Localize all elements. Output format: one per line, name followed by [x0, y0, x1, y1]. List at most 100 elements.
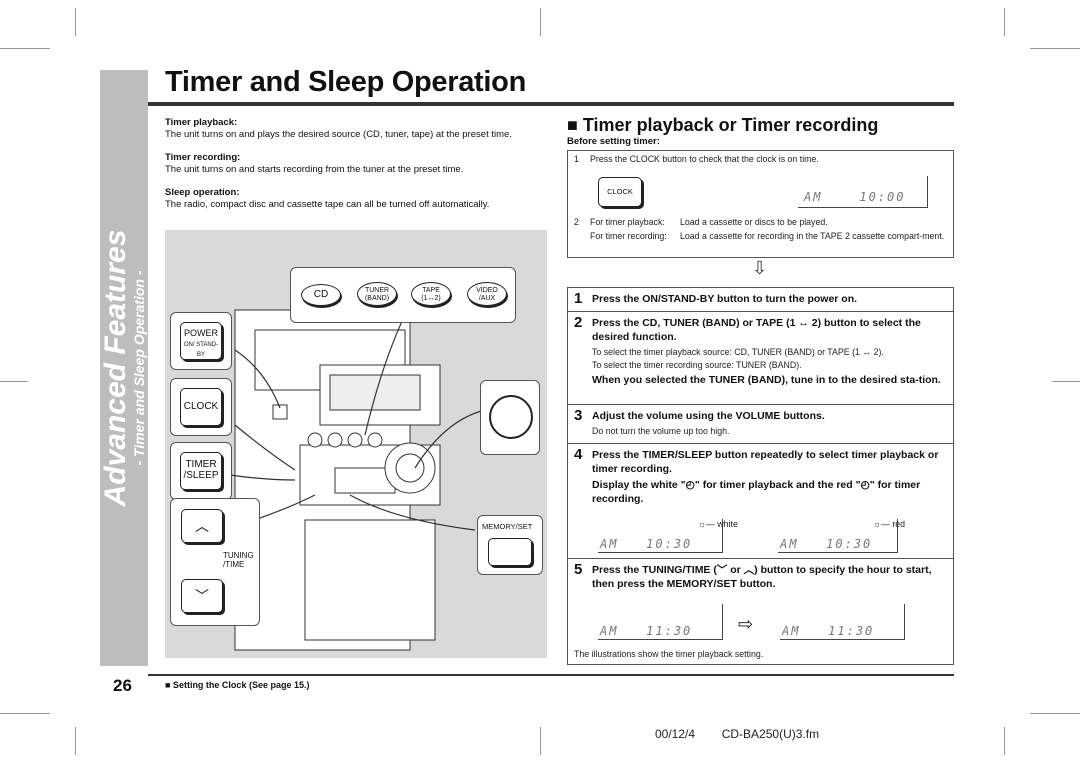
timer-icon: ☼—: [873, 519, 890, 529]
power-callout: POWER ON/ STAND-BY: [170, 312, 232, 370]
intro-heading: Timer playback:: [165, 117, 238, 128]
step-number: 1: [574, 290, 583, 307]
button-label: TIMER: [185, 459, 217, 470]
unit-illustration: CD TUNER (BAND) TAPE (1↔2) VIDEO/AUX POWER…: [165, 230, 547, 658]
power-button[interactable]: POWER ON/ STAND-BY: [180, 322, 222, 360]
pre-step-text: Press the CLOCK button to check that the…: [590, 154, 819, 164]
crop-mark: [0, 381, 28, 382]
volume-knob-icon[interactable]: [489, 395, 533, 439]
step-heading: Press the CD, TUNER (BAND) or TAPE (1 ↔ …: [592, 317, 921, 343]
intro-text: The radio, compact disc and cassette tap…: [165, 199, 490, 210]
step-3: 3 Adjust the volume using the VOLUME butt…: [568, 404, 953, 443]
button-label: TUNER: [364, 287, 390, 294]
section-heading: ■ Timer playback or Timer recording: [567, 115, 879, 135]
crop-mark: [75, 727, 76, 755]
item-number: 2: [574, 217, 579, 227]
clock-button[interactable]: CLOCK: [180, 388, 222, 426]
step-5: 5 Press the TUNING/TIME (﹀ or ︿) button t…: [568, 558, 953, 666]
down-arrow-icon: ⇩: [752, 258, 768, 278]
clock-display: AM 10:00: [798, 176, 928, 208]
page-title: Timer and Sleep Operation: [165, 66, 527, 98]
hour-display: AM 11:30: [598, 604, 723, 640]
pre-step-label: For timer recording:: [590, 231, 667, 241]
timer-icon: ☼—: [698, 519, 715, 529]
memory-set-label: MEMORY/SET: [482, 522, 533, 531]
source-buttons-callout: CD TUNER (BAND) TAPE (1↔2) VIDEO/AUX: [290, 267, 516, 323]
lcd-time: 11:30: [828, 624, 875, 638]
lcd-am: AM: [600, 624, 619, 638]
lcd-time: 10:30: [826, 537, 873, 551]
minute-display: AM 11:30: [780, 604, 905, 640]
label: /TIME: [223, 560, 245, 569]
video-aux-button[interactable]: VIDEO/AUX: [467, 282, 507, 306]
crop-mark: [540, 727, 541, 755]
step-number: 2: [574, 314, 583, 331]
cd-button[interactable]: CD: [301, 284, 341, 306]
crop-mark: [1030, 713, 1080, 714]
lcd-am: AM: [780, 537, 799, 551]
item-number: 1: [574, 154, 579, 164]
button-label: POWER: [183, 328, 218, 338]
tuning-down-button[interactable]: ﹀: [181, 579, 223, 613]
pre-step-text: Load a cassette for recording in the TAP…: [680, 231, 945, 241]
step-heading: Press the TIMER/SLEEP button repeatedly …: [592, 449, 939, 475]
step-number: 4: [574, 446, 583, 463]
bottom-rule: [148, 674, 954, 676]
button-sublabel: ON/ STAND-BY: [183, 342, 219, 358]
lcd-time: 10:30: [646, 537, 693, 551]
crop-mark: [1030, 48, 1080, 49]
tuning-up-button[interactable]: ︿: [181, 509, 223, 543]
tuner-band-button[interactable]: TUNER (BAND): [357, 282, 397, 306]
before-setting-label: Before setting timer:: [567, 136, 660, 147]
timer-indicator-red: ☼— red: [873, 519, 905, 529]
step-heading: Display the white "◴" for timer playback…: [592, 479, 921, 505]
footer: 00/12/4 CD-BA250(U)3.fm: [655, 727, 819, 741]
indicator-label: white: [717, 519, 738, 529]
step-text: To select the timer playback source: CD,…: [592, 347, 884, 357]
button-sublabel: /AUX: [478, 295, 496, 302]
button-label: /SLEEP: [183, 470, 219, 481]
lcd-am: AM: [782, 624, 801, 638]
timer-sleep-button[interactable]: TIMER/SLEEP: [180, 452, 222, 490]
before-setting-box: 1 Press the CLOCK button to check that t…: [567, 150, 954, 258]
step-heading: Adjust the volume using the VOLUME butto…: [592, 410, 825, 422]
timer-sleep-callout: TIMER/SLEEP: [170, 442, 232, 500]
crop-mark: [540, 8, 541, 36]
tape-button[interactable]: TAPE (1↔2): [411, 282, 451, 306]
clock-button: CLOCK: [598, 177, 642, 207]
see-also-note: ■ Setting the Clock (See page 15.): [165, 680, 310, 690]
pre-step-text: Load a cassette or discs to be played.: [680, 217, 828, 227]
memory-set-button[interactable]: [488, 538, 532, 566]
intro-text: Timer playback: The unit turns on and pla…: [165, 110, 545, 210]
step-1: 1 Press the ON/STAND-BY button to turn th…: [568, 288, 953, 311]
title-rule: [148, 102, 954, 106]
lcd-time: 10:00: [859, 190, 906, 204]
lcd-am: AM: [804, 190, 823, 204]
step-2: 2 Press the CD, TUNER (BAND) or TAPE (1 ↔…: [568, 311, 953, 404]
step-note: The illustrations show the timer playbac…: [574, 649, 764, 659]
volume-callout: [480, 380, 540, 455]
button-sublabel: (1↔2): [421, 295, 441, 302]
tuning-label: TUNING/TIME: [223, 551, 254, 569]
intro-text: The unit turns on and starts recording f…: [165, 164, 464, 175]
lcd-time: 11:30: [646, 624, 693, 638]
button-sublabel: (BAND): [364, 295, 390, 302]
footer-file: CD-BA250(U)3.fm: [721, 727, 820, 741]
step-text: To select the timer recording source: TU…: [592, 360, 802, 370]
right-arrow-icon: ⇨: [738, 614, 754, 634]
tuning-time-callout: ︿ TUNING/TIME ﹀: [170, 498, 260, 626]
crop-mark: [1004, 727, 1005, 755]
subsection-label: - Timer and Sleep Operation -: [131, 270, 147, 466]
label: TUNING: [223, 551, 254, 560]
section-label: Advanced Features: [99, 229, 132, 507]
lcd-am: AM: [600, 537, 619, 551]
crop-mark: [75, 8, 76, 36]
step-number: 5: [574, 561, 583, 578]
intro-heading: Sleep operation:: [165, 187, 240, 198]
intro-heading: Timer recording:: [165, 152, 241, 163]
step-heading: Press the ON/STAND-BY button to turn the…: [592, 293, 858, 305]
crop-mark: [1052, 381, 1080, 382]
step-heading: When you selected the TUNER (BAND), tune…: [592, 374, 941, 386]
footer-date: 00/12/4: [655, 727, 696, 741]
crop-mark: [0, 713, 50, 714]
